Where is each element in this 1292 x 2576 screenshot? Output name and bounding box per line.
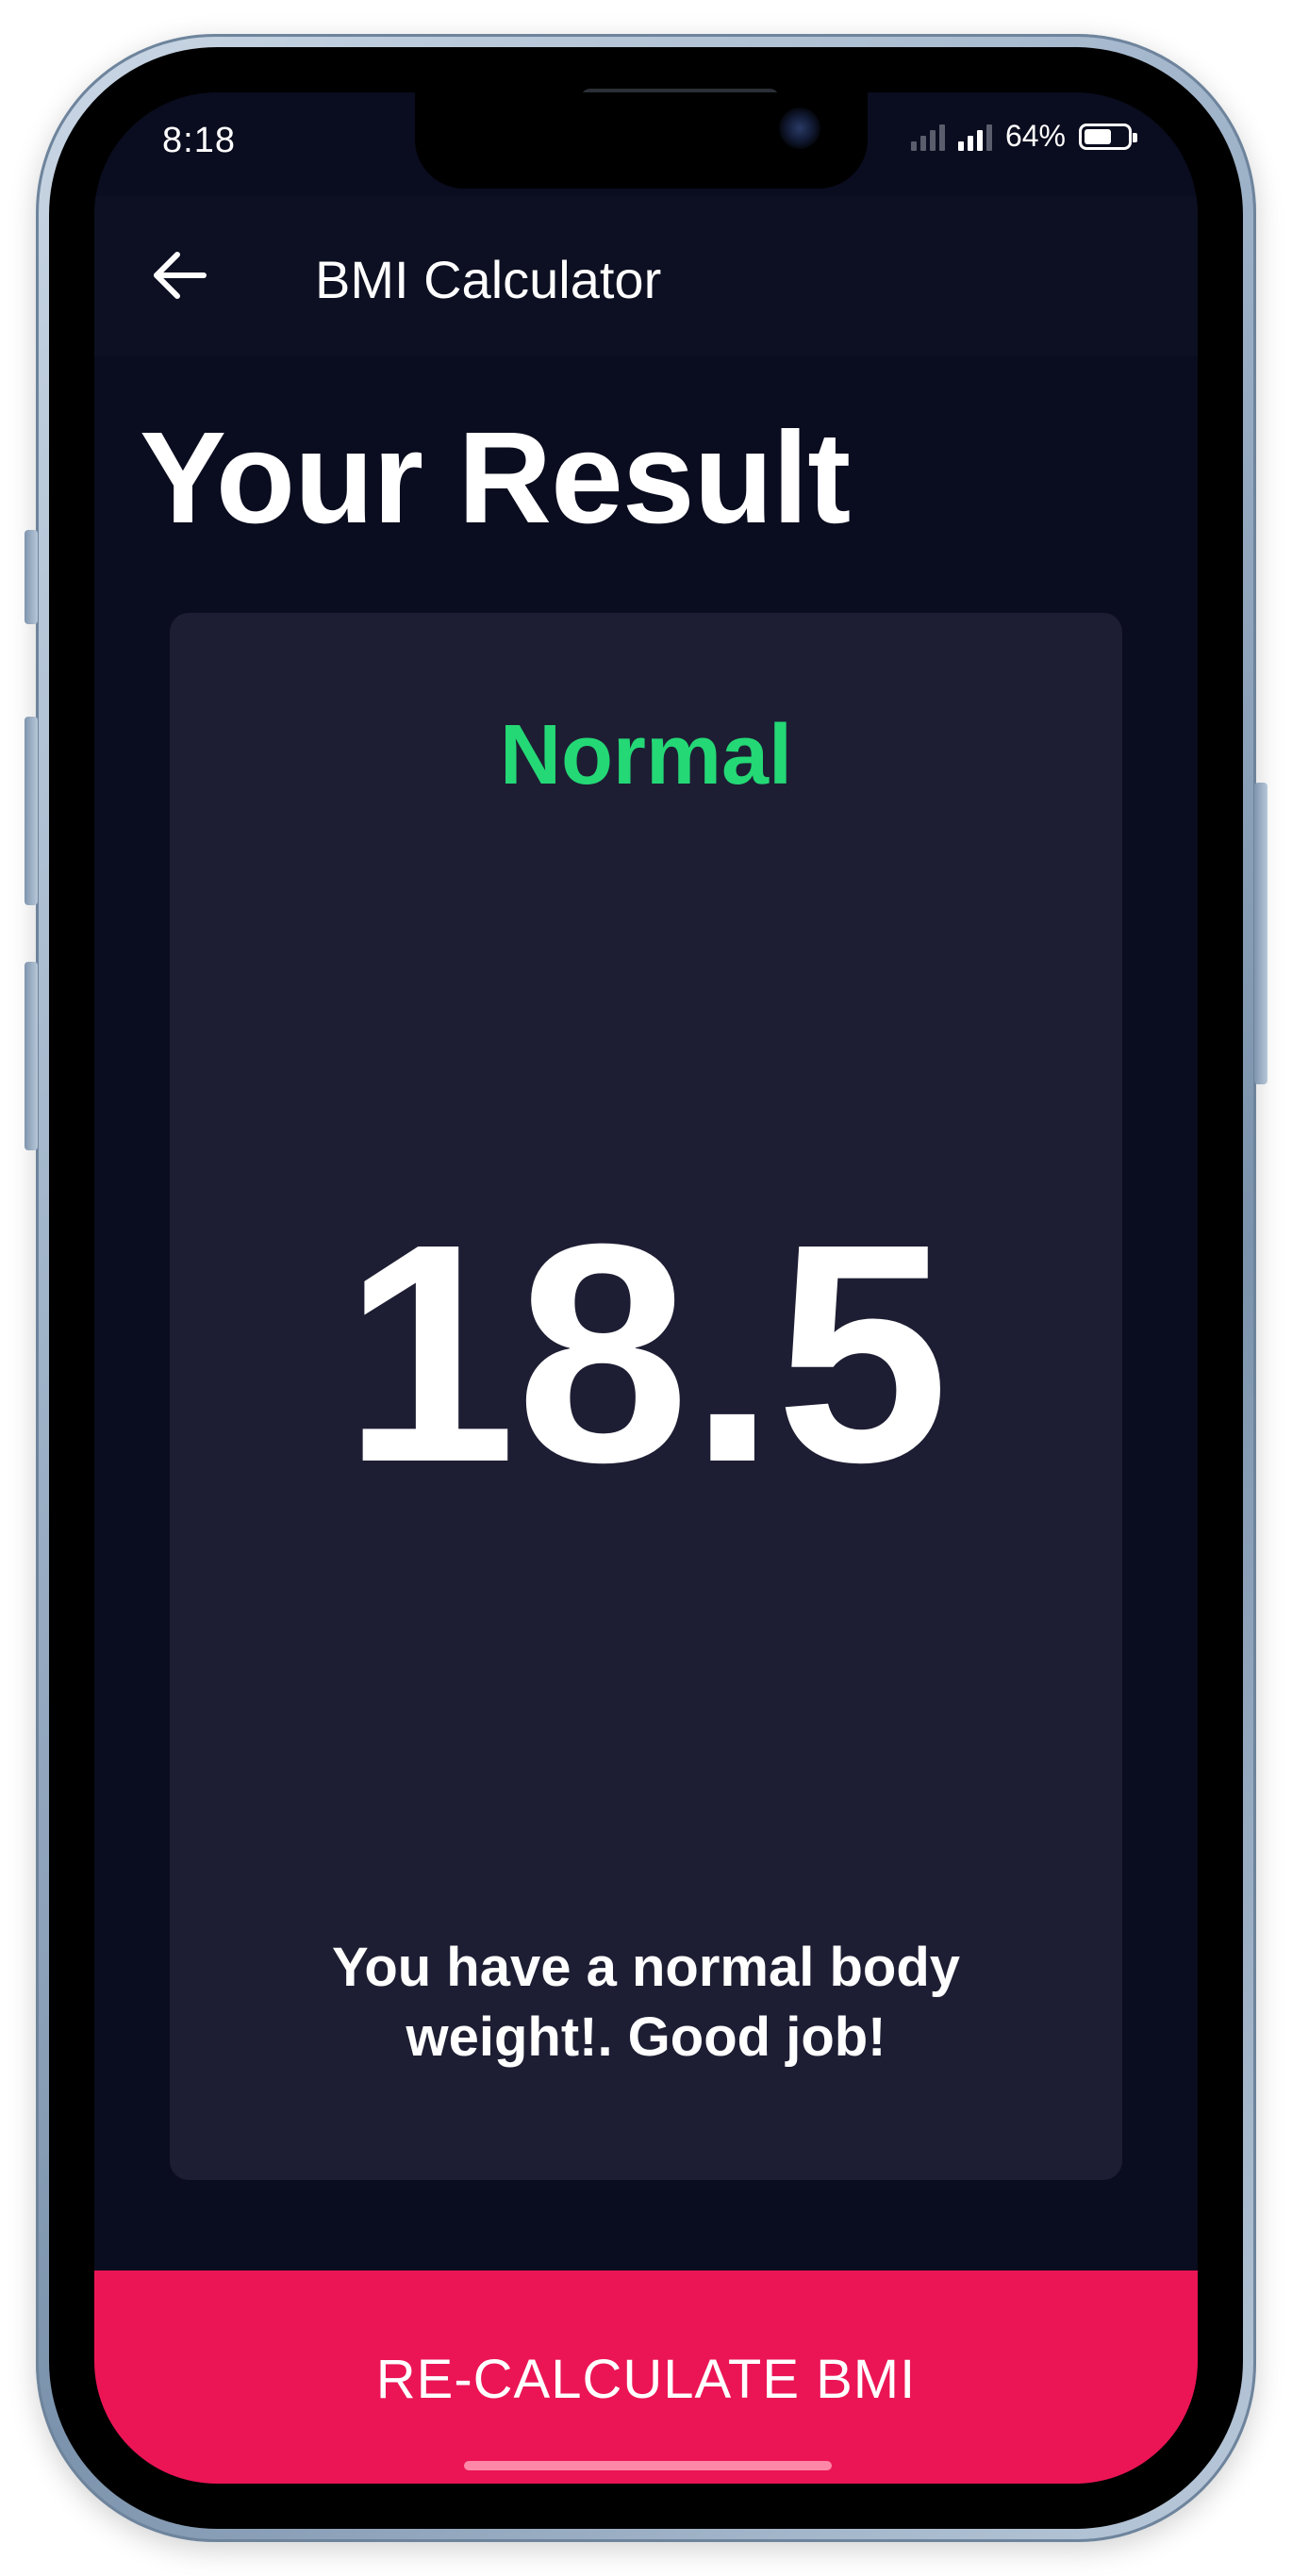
home-indicator	[464, 2461, 832, 2470]
bmi-category: Normal	[499, 708, 793, 802]
bmi-message: You have a normal body weight!. Good job…	[331, 1937, 961, 2069]
bmi-value: 18.5	[342, 1179, 950, 1527]
signal-sim2-icon	[957, 123, 992, 151]
volume-down-button	[25, 962, 38, 1150]
notch	[415, 92, 868, 189]
result-card: Normal 18.5 You have a normal body weigh…	[170, 613, 1122, 2180]
power-button	[1254, 783, 1267, 1084]
app-screen: 8:18 64% BMI Calculator Your Result Norm	[94, 92, 1198, 2484]
status-bar: 8:18 64%	[94, 92, 1198, 196]
app-title: BMI Calculator	[315, 250, 662, 309]
page-title: Your Result	[140, 405, 851, 551]
battery-icon	[1079, 123, 1137, 150]
status-time: 8:18	[162, 121, 236, 160]
signal-sim1-icon	[910, 123, 945, 151]
battery-percentage: 64%	[1004, 119, 1066, 153]
status-indicators: 64%	[910, 119, 1137, 154]
front-camera-icon	[779, 107, 820, 149]
mute-switch	[25, 530, 38, 624]
battery-level	[1085, 128, 1112, 144]
volume-up-button	[25, 717, 38, 905]
app-bar: BMI Calculator	[94, 196, 1198, 356]
arrow-left-icon[interactable]	[149, 245, 209, 305]
recalculate-button[interactable]: RE-CALCULATE BMI	[94, 2271, 1198, 2484]
